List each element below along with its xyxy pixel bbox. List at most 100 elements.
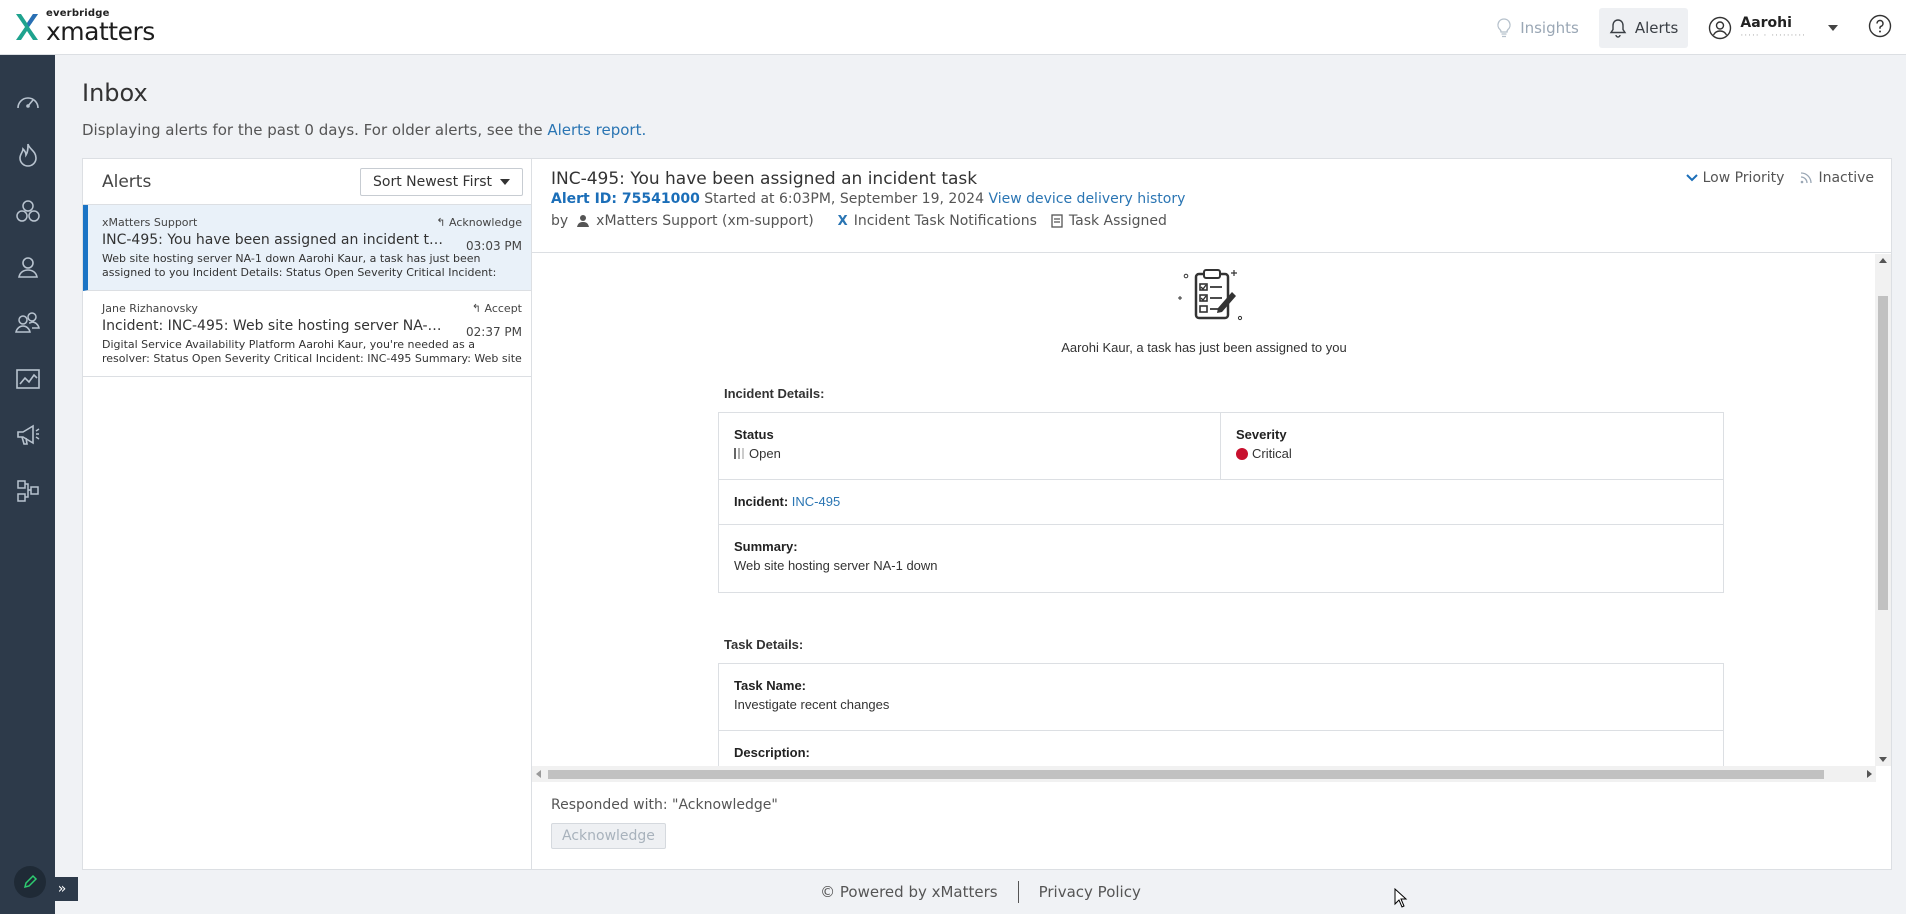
user-icon[interactable]: [14, 253, 42, 281]
form-x-icon: X: [837, 213, 848, 229]
alert-time: 03:03 PM: [466, 239, 522, 253]
reply-icon: ↰: [436, 216, 449, 229]
alerts-button[interactable]: Alerts: [1598, 7, 1689, 48]
responded-text: Responded with: "Acknowledge": [551, 797, 778, 813]
task-name-value: Investigate recent changes: [734, 697, 890, 712]
alert-started: Started at 6:03PM, September 19, 2024: [699, 191, 989, 207]
priority-indicator: Low Priority: [1685, 170, 1784, 186]
workflows-icon[interactable]: [14, 477, 42, 505]
alert-detail-title: INC-495: You have been assigned an incid…: [551, 169, 978, 189]
acknowledge-button[interactable]: Acknowledge: [551, 823, 666, 849]
left-sidebar: [0, 55, 55, 914]
severity-label: Severity: [1236, 427, 1287, 442]
incident-details-table: Status Open Severity Critical Incident: …: [718, 412, 1724, 593]
alert-list-item[interactable]: Jane Rizhanovsky ↰ Accept Incident: INC-…: [83, 291, 531, 377]
summary-value: Web site hosting server NA-1 down: [734, 558, 938, 573]
delivery-history-link[interactable]: View device delivery history: [988, 191, 1185, 207]
page-subtitle: Displaying alerts for the past 0 days. F…: [82, 121, 646, 139]
alert-sender-name: xMatters Support (xm-support): [596, 213, 814, 229]
alert-title: Incident: INC-495: Web site hosting serv…: [102, 318, 447, 334]
scenario-icon: [1051, 214, 1063, 228]
alert-status: Inactive: [1800, 170, 1874, 186]
message-intro: Aarohi Kaur, a task has just been assign…: [1061, 340, 1347, 355]
alert-detail-header: INC-495: You have been assigned an incid…: [532, 159, 1892, 253]
help-button[interactable]: [1868, 14, 1892, 42]
dashboard-icon[interactable]: [14, 87, 42, 115]
xmatters-x-icon: [16, 13, 38, 40]
alerts-list-panel: Alerts Sort Newest First xMatters Suppor…: [82, 158, 532, 870]
user-subtext: ····· · ·········: [1740, 30, 1806, 41]
powered-by-text: © Powered by xMatters: [820, 883, 998, 901]
mouse-cursor-icon: [1394, 888, 1408, 908]
incident-link[interactable]: INC-495: [792, 494, 840, 509]
user-circle-icon: [1709, 16, 1732, 39]
description-label: Description:: [734, 745, 810, 760]
alerts-panel-title: Alerts: [102, 172, 152, 192]
bell-icon: [1609, 18, 1627, 38]
task-name-label: Task Name:: [734, 678, 807, 693]
severity-value: Critical: [1252, 446, 1292, 461]
alert-response: ↰ Acknowledge: [436, 216, 522, 229]
logo-xmatters-text: xmatters: [46, 17, 155, 46]
alert-list-item[interactable]: xMatters Support ↰ Acknowledge INC-495: …: [83, 205, 531, 291]
incidents-icon[interactable]: [14, 141, 42, 169]
response-area: Responded with: "Acknowledge" Acknowledg…: [532, 782, 1892, 871]
chevron-down-icon: [500, 179, 510, 185]
chevron-down-icon: [1685, 174, 1698, 182]
open-status-icon: [734, 448, 745, 459]
page-subtitle-text: Displaying alerts for the past 0 days. F…: [82, 121, 548, 139]
reports-icon[interactable]: [14, 365, 42, 393]
help-icon: [1868, 14, 1892, 37]
sort-label: Sort Newest First: [373, 174, 492, 190]
horizontal-scroll-thumb[interactable]: [548, 770, 1824, 779]
groups-icon[interactable]: [14, 197, 42, 225]
messaging-icon[interactable]: [14, 421, 42, 449]
task-details-heading: Task Details:: [724, 637, 804, 652]
insights-button[interactable]: Insights: [1486, 8, 1589, 48]
alert-time: 02:37 PM: [466, 325, 522, 339]
person-icon: [577, 215, 590, 227]
user-menu[interactable]: Aarohi ····· · ·········: [1708, 15, 1838, 41]
alert-title: INC-495: You have been assigned an incid…: [102, 232, 447, 248]
edit-icon[interactable]: [14, 866, 46, 898]
task-details-table: Task Name: Investigate recent changes De…: [718, 663, 1724, 766]
alert-id-link[interactable]: Alert ID: 75541000: [551, 191, 700, 207]
message-content: Aarohi Kaur, a task has just been assign…: [532, 254, 1876, 766]
insights-label: Insights: [1520, 18, 1579, 37]
privacy-policy-link[interactable]: Privacy Policy: [1039, 883, 1141, 901]
alerts-label: Alerts: [1634, 18, 1679, 37]
incident-label: Incident:: [734, 494, 789, 509]
scenario-name: Task Assigned: [1068, 213, 1167, 229]
status-value: Open: [749, 446, 781, 461]
status-label: Status: [734, 427, 774, 442]
scroll-left-icon[interactable]: [536, 770, 541, 778]
users-icon[interactable]: [14, 309, 42, 337]
alert-detail-panel: INC-495: You have been assigned an incid…: [532, 158, 1892, 870]
sort-dropdown[interactable]: Sort Newest First: [360, 168, 523, 196]
alert-preview: Web site hosting server NA-1 down Aarohi…: [102, 252, 497, 279]
vertical-scroll-thumb[interactable]: [1878, 296, 1888, 610]
top-bar: everbridge xmatters Insights Alerts Aaro…: [0, 0, 1906, 55]
form-name: Incident Task Notifications: [853, 213, 1037, 229]
alert-response: ↰ Accept: [471, 302, 522, 315]
rss-icon: [1801, 172, 1813, 184]
page-title: Inbox: [82, 79, 148, 107]
page-footer: © Powered by xMatters Privacy Policy: [55, 870, 1906, 914]
scroll-down-icon[interactable]: [1879, 757, 1887, 762]
xmatters-logo[interactable]: everbridge xmatters: [14, 9, 155, 44]
horizontal-scrollbar[interactable]: [532, 766, 1876, 782]
alert-sender: Jane Rizhanovsky: [102, 302, 198, 315]
summary-label: Summary:: [734, 539, 798, 554]
lightbulb-icon: [1497, 17, 1511, 37]
user-name: Aarohi: [1740, 14, 1792, 31]
scroll-up-icon[interactable]: [1879, 258, 1887, 263]
by-label: by: [551, 213, 569, 229]
task-assigned-icon: [1178, 269, 1243, 321]
alerts-report-link[interactable]: Alerts report.: [547, 121, 646, 139]
alert-preview: Digital Service Availability Platform Aa…: [102, 338, 522, 365]
critical-severity-icon: [1236, 448, 1248, 460]
scroll-right-icon[interactable]: [1867, 770, 1872, 778]
vertical-scrollbar[interactable]: [1875, 254, 1891, 766]
reply-icon: ↰: [471, 302, 485, 315]
incident-details-heading: Incident Details:: [724, 386, 825, 401]
